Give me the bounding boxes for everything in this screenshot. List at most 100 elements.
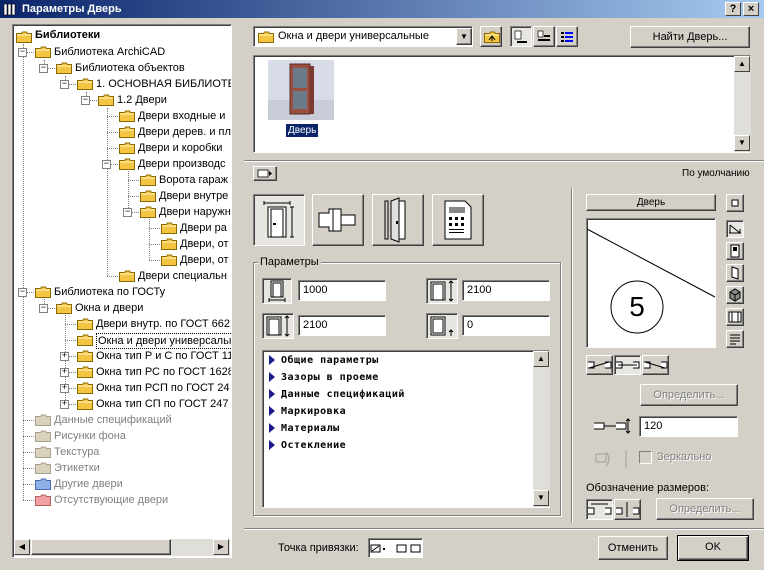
- preview-2d[interactable]: 5: [586, 218, 716, 348]
- expand-icon[interactable]: +: [60, 352, 69, 361]
- side-view-button[interactable]: [726, 264, 744, 282]
- ok-button[interactable]: OK: [677, 535, 749, 561]
- tree-item-label[interactable]: Двери наружн: [159, 204, 231, 220]
- mirror-checkbox[interactable]: [639, 451, 652, 464]
- folder-select[interactable]: Окна и двери универсальные ▼: [253, 26, 473, 47]
- parameter-list-item[interactable]: Материалы: [269, 423, 340, 434]
- tree-item-label[interactable]: Двери, от: [180, 236, 229, 252]
- wall-position-center-button[interactable]: [614, 355, 641, 375]
- tree-item-label[interactable]: Окна тип РС по ГОСТ 1628: [96, 364, 231, 380]
- define-button[interactable]: Определить...: [640, 384, 738, 406]
- expand-icon[interactable]: +: [60, 400, 69, 409]
- scroll-up-arrow[interactable]: ▲: [734, 56, 750, 72]
- expand-triangle-icon[interactable]: [269, 389, 275, 399]
- tree-item-label[interactable]: Библиотека объектов: [75, 60, 185, 76]
- tree-hscrollbar[interactable]: ◀ ▶: [14, 539, 230, 556]
- expand-icon[interactable]: +: [60, 384, 69, 393]
- tree-item-label[interactable]: Двери производс: [138, 156, 226, 172]
- dropdown-arrow-icon[interactable]: ▼: [456, 28, 472, 45]
- tree-item-label[interactable]: Двери специальн: [138, 268, 227, 284]
- tree-item-label[interactable]: 1. ОСНОВНАЯ БИБЛИОТЕКА: [96, 76, 231, 92]
- expand-triangle-icon[interactable]: [269, 423, 275, 433]
- panel-toggle-button[interactable]: [253, 166, 277, 181]
- expand-triangle-icon[interactable]: [269, 406, 275, 416]
- tree-root-label[interactable]: Библиотеки: [35, 27, 100, 43]
- collapse-icon[interactable]: −: [18, 48, 27, 57]
- view-2d-button[interactable]: [726, 194, 744, 212]
- view-small-icons-button[interactable]: [533, 26, 555, 47]
- cancel-button[interactable]: Отменить: [598, 536, 668, 560]
- scroll-right-arrow[interactable]: ▶: [213, 539, 229, 555]
- collapse-icon[interactable]: −: [81, 96, 90, 105]
- view-list-button[interactable]: [556, 26, 578, 47]
- tree-item-label[interactable]: Двери дерев. и пл: [138, 124, 231, 140]
- tree-item-label[interactable]: Окна тип Р и С по ГОСТ 11: [96, 348, 231, 364]
- scroll-thumb[interactable]: [31, 539, 171, 555]
- scroll-up-arrow[interactable]: ▲: [533, 351, 549, 367]
- parameter-list-scrollbar[interactable]: ▲ ▼: [533, 351, 550, 507]
- collapse-icon[interactable]: −: [39, 304, 48, 313]
- wall-position-right-button[interactable]: [642, 355, 669, 375]
- preview-vscrollbar[interactable]: ▲ ▼: [734, 56, 751, 152]
- tab-geometry[interactable]: [253, 194, 305, 246]
- tree-item-label[interactable]: Двери внутр. по ГОСТ 662: [96, 316, 230, 332]
- tree-item-label[interactable]: Ворота гараж: [159, 172, 228, 188]
- width-field[interactable]: 1000: [298, 280, 386, 301]
- tree-item-label[interactable]: Двери внутре: [159, 188, 228, 204]
- expand-triangle-icon[interactable]: [269, 440, 275, 450]
- tab-listing[interactable]: [432, 194, 484, 246]
- define-dimension-button[interactable]: Определить...: [656, 498, 754, 520]
- anchor-point-selector[interactable]: [368, 538, 423, 558]
- tree-item-label[interactable]: Окна и двери: [75, 300, 143, 316]
- collapse-icon[interactable]: −: [102, 160, 111, 169]
- collapse-icon[interactable]: −: [60, 80, 69, 89]
- folder-up-button[interactable]: [480, 26, 502, 47]
- height-2-field[interactable]: 2100: [298, 315, 386, 336]
- tree-item-label[interactable]: Другие двери: [54, 476, 123, 492]
- dimension-marking-on-button[interactable]: [586, 499, 613, 520]
- tree-item-label[interactable]: Окна и двери универсальн: [96, 333, 231, 349]
- door-thumbnail[interactable]: [268, 60, 334, 120]
- tree-item-label[interactable]: Двери ра: [180, 220, 227, 236]
- close-button[interactable]: ×: [743, 2, 759, 16]
- tree-item-label[interactable]: Рисунки фона: [54, 428, 126, 444]
- scroll-down-arrow[interactable]: ▼: [533, 490, 549, 506]
- tree-item-label[interactable]: Библиотека ArchiCAD: [54, 44, 165, 60]
- library-tree[interactable]: Библиотеки − Библиотека ArchiCAD − Библиоте…: [12, 24, 232, 558]
- scroll-left-arrow[interactable]: ◀: [14, 539, 30, 555]
- tree-item-label[interactable]: Отсутствующие двери: [54, 492, 168, 508]
- collapse-icon[interactable]: −: [39, 64, 48, 73]
- tree-item-label[interactable]: Двери, от: [180, 252, 229, 268]
- tree-item-label[interactable]: Библиотека по ГОСТу: [54, 284, 165, 300]
- tree-item-label[interactable]: Окна тип СП по ГОСТ 247: [96, 396, 228, 412]
- parameter-list-item[interactable]: Остекление: [269, 440, 346, 451]
- tree-item-label[interactable]: Текстура: [54, 444, 99, 460]
- expand-triangle-icon[interactable]: [269, 355, 275, 365]
- wall-position-left-button[interactable]: [586, 355, 613, 375]
- elevation-view-button[interactable]: [726, 242, 744, 260]
- offset-field[interactable]: 0: [462, 315, 550, 336]
- plan-view-button[interactable]: [726, 220, 744, 238]
- tree-item-label[interactable]: 1.2 Двери: [117, 92, 167, 108]
- view-large-icons-button[interactable]: [510, 26, 532, 47]
- section-view-button[interactable]: [726, 308, 744, 326]
- tree-item-label[interactable]: Двери входные и: [138, 108, 225, 124]
- parameter-list-item[interactable]: Маркировка: [269, 406, 346, 417]
- tab-frame[interactable]: [312, 194, 364, 246]
- parameter-list-item[interactable]: Данные спецификаций: [269, 389, 405, 400]
- object-preview-area[interactable]: Дверь ▲ ▼: [253, 55, 751, 153]
- expand-icon[interactable]: +: [60, 368, 69, 377]
- wall-thickness-field[interactable]: 120: [639, 416, 738, 437]
- help-button[interactable]: ?: [725, 2, 741, 16]
- tree-item-label[interactable]: Двери и коробки: [138, 140, 222, 156]
- height-field[interactable]: 2100: [462, 280, 550, 301]
- tree-item-label[interactable]: Этикетки: [54, 460, 100, 476]
- scroll-down-arrow[interactable]: ▼: [734, 135, 750, 151]
- find-door-button[interactable]: Найти Дверь...: [630, 26, 750, 48]
- parameter-list[interactable]: Общие параметры Зазоры в проеме Данные спе…: [262, 350, 550, 508]
- 3d-view-button[interactable]: [726, 286, 744, 304]
- dimension-marking-off-button[interactable]: [614, 499, 641, 520]
- parameter-list-item[interactable]: Общие параметры: [269, 355, 379, 366]
- tree-item-label[interactable]: Данные спецификаций: [54, 412, 172, 428]
- expand-triangle-icon[interactable]: [269, 372, 275, 382]
